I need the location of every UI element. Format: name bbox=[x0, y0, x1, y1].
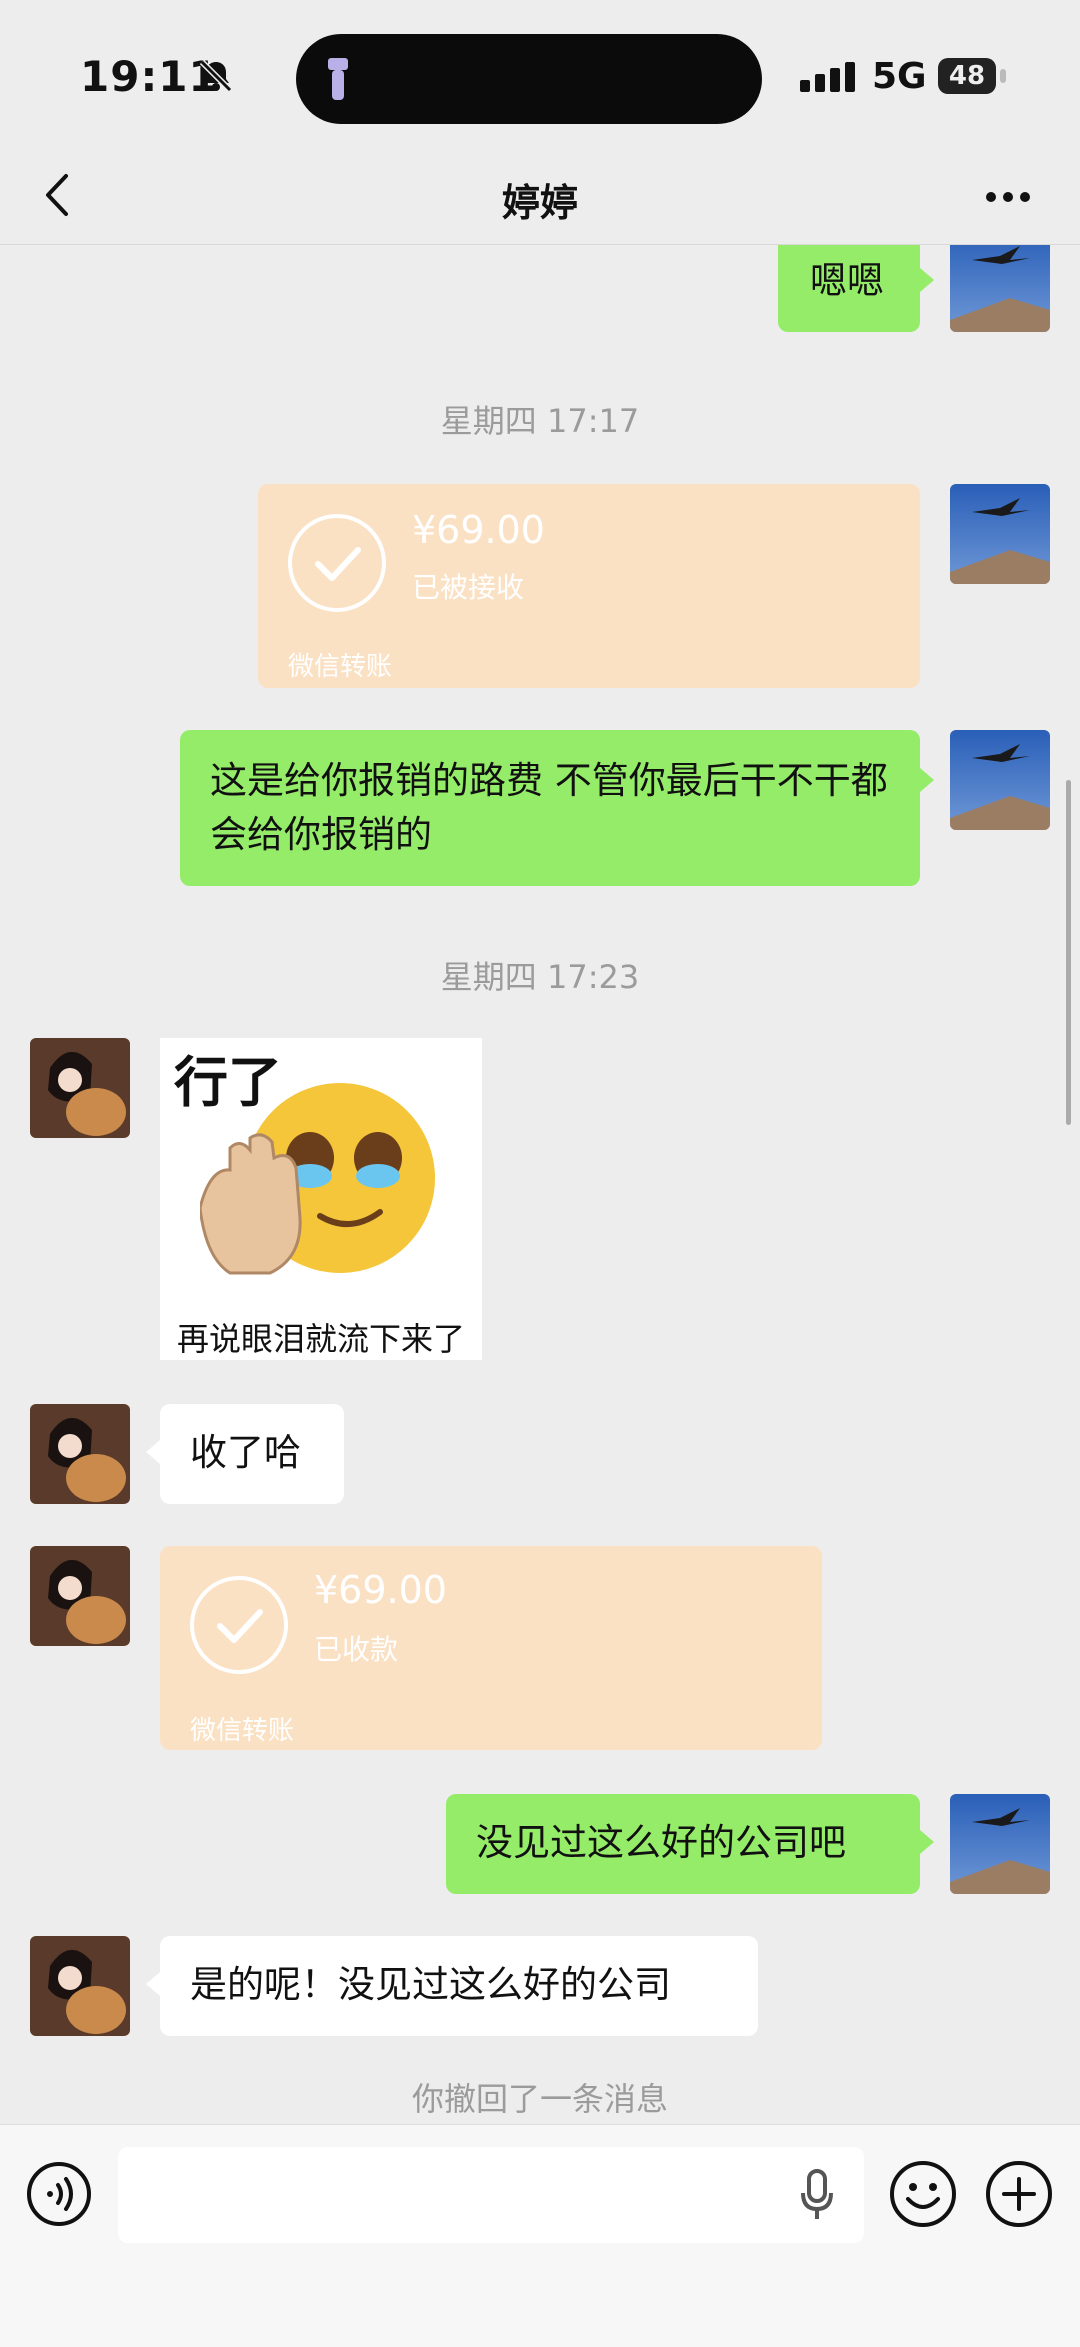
recall-notice: 你撤回了一条消息 bbox=[411, 2080, 668, 2118]
sticker-caption-bottom: 再说眼泪就流下来了 bbox=[176, 1320, 465, 1358]
transfer-status: 已被接收 bbox=[412, 571, 525, 604]
message-input[interactable] bbox=[118, 2147, 864, 2243]
chat-header: 婷婷 bbox=[0, 150, 1080, 245]
signal-icon bbox=[800, 62, 855, 92]
bell-muted-icon bbox=[199, 59, 233, 93]
message-text: 嗯嗯 bbox=[810, 259, 884, 302]
avatar-contact[interactable] bbox=[30, 1546, 130, 1646]
avatar-contact[interactable] bbox=[30, 1404, 130, 1504]
voice-mode-icon[interactable] bbox=[26, 2161, 92, 2227]
bubble-tail bbox=[146, 1972, 160, 1996]
message-bubble-sent[interactable]: 嗯嗯 bbox=[778, 245, 920, 332]
chat-title: 婷婷 bbox=[501, 181, 578, 225]
status-bar: 19:11 5G 48 bbox=[0, 0, 1080, 150]
sticker-caption-top: 行了 bbox=[174, 1051, 282, 1114]
avatar-self[interactable] bbox=[950, 730, 1050, 830]
avatar-self[interactable] bbox=[950, 1794, 1050, 1894]
timestamp: 星期四 17:23 bbox=[440, 958, 640, 996]
scrollbar[interactable] bbox=[1066, 780, 1071, 1125]
avatar-contact[interactable] bbox=[30, 1038, 130, 1138]
dynamic-island bbox=[296, 34, 762, 124]
message-bubble-received[interactable]: 是的呢！没见过这么好的公司 bbox=[160, 1936, 758, 2036]
sticker-image[interactable]: 行了 再说眼泪就流下来了 bbox=[160, 1038, 482, 1360]
bubble-tail bbox=[920, 768, 934, 792]
avatar-self[interactable] bbox=[950, 484, 1050, 584]
input-bar bbox=[0, 2124, 1080, 2347]
emoji-icon[interactable] bbox=[888, 2159, 958, 2229]
transfer-label: 微信转账 bbox=[190, 1716, 295, 1746]
battery-level: 48 bbox=[948, 61, 986, 91]
message-text: 收了哈 bbox=[190, 1431, 301, 1474]
timestamp: 星期四 17:17 bbox=[440, 402, 640, 440]
message-bubble-sent[interactable]: 没见过这么好的公司吧 bbox=[446, 1794, 920, 1894]
more-options-icon[interactable] bbox=[984, 190, 1032, 204]
network-type: 5G bbox=[872, 56, 927, 97]
message-list[interactable]: 嗯嗯 星期四 17:17 ¥69.00 已被接收 微信转账 这是给你报销的路费 … bbox=[0, 245, 1080, 2123]
transfer-amount: ¥69.00 bbox=[412, 508, 545, 552]
message-text: 这是给你报销的路费 不管你最后干不干都会给你报销的 bbox=[210, 759, 888, 856]
transfer-card-received[interactable]: ¥69.00 已收款 微信转账 bbox=[160, 1546, 822, 1750]
bubble-tail bbox=[920, 268, 934, 292]
message-text: 没见过这么好的公司吧 bbox=[476, 1821, 846, 1864]
transfer-amount: ¥69.00 bbox=[314, 1568, 447, 1612]
message-bubble-sent[interactable]: 这是给你报销的路费 不管你最后干不干都会给你报销的 bbox=[180, 730, 920, 886]
battery-icon: 48 bbox=[938, 58, 996, 94]
battery-tip bbox=[1000, 69, 1006, 83]
flashlight-icon bbox=[328, 58, 348, 100]
check-icon bbox=[190, 1576, 288, 1674]
microphone-icon[interactable] bbox=[800, 2169, 834, 2221]
bubble-tail bbox=[920, 1830, 934, 1854]
bubble-tail bbox=[146, 1440, 160, 1464]
plus-icon[interactable] bbox=[984, 2159, 1054, 2229]
transfer-card-sent[interactable]: ¥69.00 已被接收 微信转账 bbox=[258, 484, 920, 688]
avatar-contact[interactable] bbox=[30, 1936, 130, 2036]
avatar-self[interactable] bbox=[950, 245, 1050, 332]
transfer-label: 微信转账 bbox=[288, 652, 393, 682]
check-icon bbox=[288, 514, 386, 612]
transfer-status: 已收款 bbox=[314, 1633, 399, 1666]
message-text: 是的呢！没见过这么好的公司 bbox=[190, 1963, 671, 2006]
message-bubble-received[interactable]: 收了哈 bbox=[160, 1404, 344, 1504]
